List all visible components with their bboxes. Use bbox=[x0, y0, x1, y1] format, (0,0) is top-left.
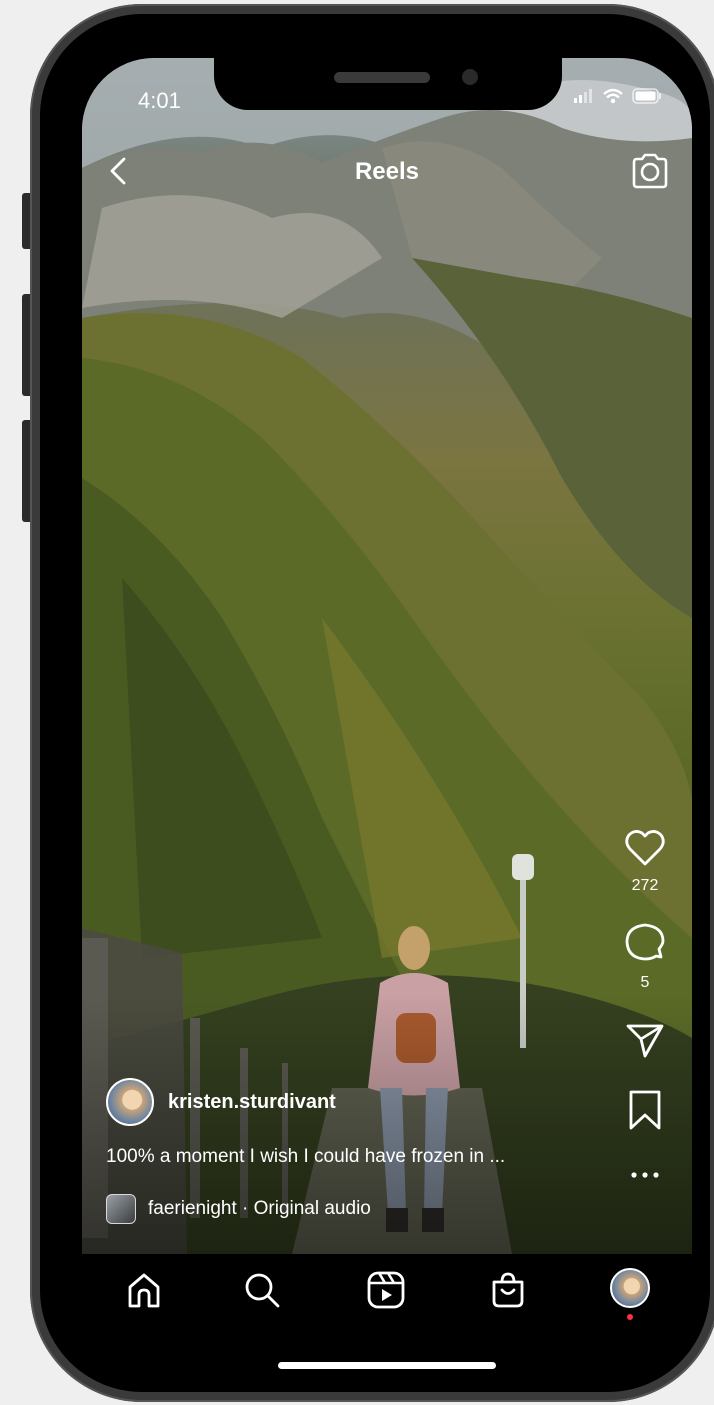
earpiece-speaker bbox=[334, 72, 430, 83]
reel-video[interactable] bbox=[82, 58, 692, 1254]
share-button[interactable] bbox=[625, 1022, 665, 1065]
nav-reels[interactable] bbox=[366, 1270, 406, 1315]
status-icons bbox=[574, 88, 662, 104]
bottom-nav bbox=[82, 1254, 692, 1378]
save-button[interactable] bbox=[627, 1089, 663, 1136]
comment-bubble-icon bbox=[625, 923, 665, 961]
phone-bezel: 4:01 Reels 272 5 kristen.sturdivant 100%… bbox=[40, 14, 710, 1392]
nav-profile[interactable] bbox=[610, 1268, 650, 1320]
camera-icon bbox=[632, 153, 668, 189]
like-count: 272 bbox=[631, 877, 659, 894]
nav-home[interactable] bbox=[124, 1270, 164, 1315]
shop-icon bbox=[492, 1272, 524, 1308]
reel-actions: 272 5 bbox=[620, 828, 670, 1184]
notification-dot bbox=[627, 1314, 633, 1320]
caption[interactable]: 100% a moment I wish I could have frozen… bbox=[106, 1146, 505, 1168]
username[interactable]: kristen.sturdivant bbox=[168, 1091, 336, 1114]
status-time: 4:01 bbox=[138, 88, 181, 113]
home-indicator[interactable] bbox=[278, 1362, 496, 1369]
audio-thumbnail bbox=[106, 1194, 136, 1224]
nav-shop[interactable] bbox=[488, 1270, 528, 1315]
comment-count: 5 bbox=[640, 974, 650, 991]
page-title: Reels bbox=[354, 158, 420, 185]
post-author[interactable]: kristen.sturdivant bbox=[106, 1078, 336, 1126]
notch bbox=[214, 58, 562, 110]
avatar[interactable] bbox=[106, 1078, 154, 1126]
nav-search[interactable] bbox=[242, 1270, 282, 1315]
signal-icon bbox=[574, 89, 592, 103]
search-icon bbox=[245, 1273, 280, 1308]
camera-button[interactable] bbox=[630, 152, 670, 195]
heart-icon bbox=[625, 830, 665, 866]
paper-plane-icon bbox=[626, 1024, 664, 1058]
like-button[interactable] bbox=[623, 828, 667, 873]
wifi-icon bbox=[603, 88, 623, 104]
comment-button[interactable] bbox=[623, 921, 667, 970]
phone-frame: 4:01 Reels 272 5 kristen.sturdivant 100%… bbox=[30, 4, 714, 1402]
audio-label: faerienight · Original audio bbox=[148, 1198, 371, 1219]
home-icon bbox=[128, 1273, 160, 1308]
more-button[interactable] bbox=[630, 1166, 660, 1184]
reels-icon bbox=[367, 1271, 405, 1309]
bookmark-icon bbox=[629, 1090, 661, 1130]
profile-avatar bbox=[610, 1268, 650, 1308]
ellipsis-icon bbox=[631, 1172, 659, 1178]
front-camera bbox=[462, 69, 478, 85]
battery-icon bbox=[632, 88, 661, 104]
audio-attribution[interactable]: faerienight · Original audio bbox=[106, 1194, 371, 1224]
screen: 4:01 Reels 272 5 kristen.sturdivant 100%… bbox=[82, 58, 692, 1378]
